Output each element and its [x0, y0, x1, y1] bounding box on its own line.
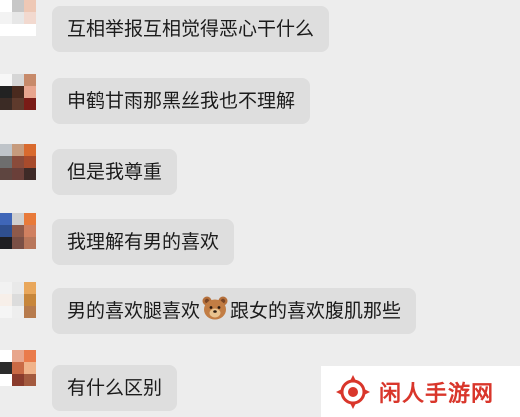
message-bubble[interactable]: 有什么区别 — [52, 365, 178, 411]
message-bubble[interactable]: 我理解有男的喜欢 — [52, 219, 235, 265]
avatar-pixel — [0, 294, 12, 306]
avatar[interactable] — [0, 213, 36, 249]
avatar-pixel — [24, 225, 36, 237]
avatar-pixel — [24, 86, 36, 98]
avatar-pixel — [0, 98, 12, 110]
avatar-pixel — [12, 225, 24, 237]
avatar-pixel — [24, 0, 36, 12]
avatar-pixel — [24, 144, 36, 156]
avatar-pixel — [0, 86, 12, 98]
avatar-pixel — [12, 282, 24, 294]
avatar[interactable] — [0, 282, 36, 318]
avatar-pixel — [12, 306, 24, 318]
avatar-pixel — [24, 294, 36, 306]
avatar-pixel — [0, 0, 12, 12]
avatar-pixel — [0, 24, 12, 36]
avatar-pixel — [24, 98, 36, 110]
avatar[interactable] — [0, 0, 36, 36]
avatar-pixel — [0, 225, 12, 237]
avatar-pixel — [24, 362, 36, 374]
avatar-pixel — [24, 350, 36, 362]
avatar[interactable] — [0, 74, 36, 110]
message-bubble[interactable]: 申鹤甘雨那黑丝我也不理解 — [52, 78, 311, 124]
avatar-pixel — [24, 74, 36, 86]
avatar-pixel — [0, 168, 12, 180]
avatar-pixel — [0, 237, 12, 249]
avatar-pixel — [12, 74, 24, 86]
avatar[interactable] — [0, 144, 36, 180]
bear-face-icon — [202, 296, 228, 320]
watermark: 闲人手游网 — [321, 366, 520, 417]
avatar-pixel — [0, 306, 12, 318]
watermark-text: 闲人手游网 — [379, 381, 495, 407]
avatar-pixel — [12, 12, 24, 24]
avatar-pixel — [12, 350, 24, 362]
avatar-pixel — [0, 350, 12, 362]
avatar-pixel — [24, 12, 36, 24]
avatar-pixel — [24, 156, 36, 168]
avatar-pixel — [24, 24, 36, 36]
avatar-pixel — [24, 237, 36, 249]
message-text: 男的喜欢腿喜欢 — [67, 300, 201, 322]
avatar-pixel — [0, 213, 12, 225]
avatar-pixel — [24, 168, 36, 180]
avatar-pixel — [12, 98, 24, 110]
avatar-pixel — [12, 213, 24, 225]
avatar-pixel — [12, 237, 24, 249]
message-bubble[interactable]: 男的喜欢腿喜欢 跟女的喜欢腹肌那些 — [52, 288, 417, 334]
avatar-pixel — [0, 144, 12, 156]
avatar-pixel — [12, 374, 24, 386]
avatar-pixel — [0, 156, 12, 168]
avatar-pixel — [12, 156, 24, 168]
avatar-pixel — [12, 362, 24, 374]
avatar-pixel — [12, 294, 24, 306]
avatar-pixel — [24, 282, 36, 294]
avatar-pixel — [24, 374, 36, 386]
avatar-pixel — [12, 144, 24, 156]
avatar-pixel — [0, 362, 12, 374]
avatar[interactable] — [0, 350, 36, 386]
avatar-pixel — [12, 168, 24, 180]
avatar-pixel — [0, 374, 12, 386]
avatar-pixel — [0, 74, 12, 86]
message-text: 跟女的喜欢腹肌那些 — [230, 300, 402, 322]
message-bubble[interactable]: 互相举报互相觉得恶心干什么 — [52, 6, 330, 52]
avatar-pixel — [12, 86, 24, 98]
avatar-pixel — [0, 282, 12, 294]
message-bubble[interactable]: 但是我尊重 — [52, 149, 178, 195]
avatar-pixel — [0, 12, 12, 24]
avatar-pixel — [12, 24, 24, 36]
avatar-pixel — [24, 213, 36, 225]
avatar-pixel — [24, 306, 36, 318]
avatar-pixel — [12, 0, 24, 12]
watermark-logo-icon — [336, 374, 370, 409]
